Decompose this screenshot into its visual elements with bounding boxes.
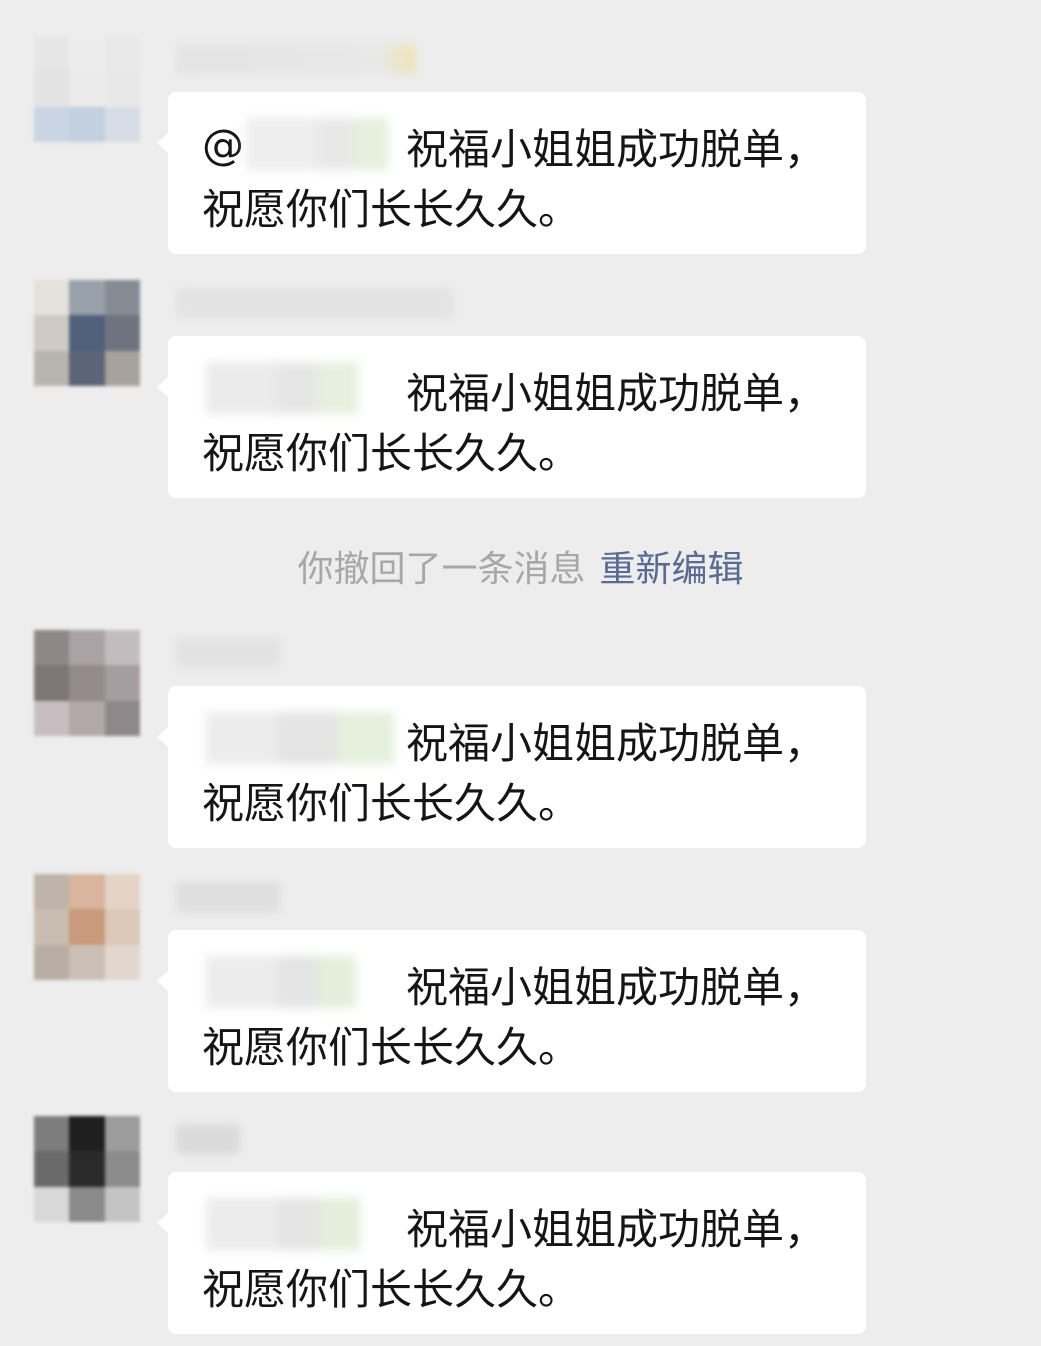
- avatar[interactable]: [34, 280, 140, 386]
- mention-redacted: @: [202, 116, 392, 172]
- message-bubble[interactable]: 祝福小姐姐成功脱单， 祝愿你们长长久久。: [157, 686, 866, 848]
- mention-at-sign: @: [202, 120, 244, 169]
- sender-name-redacted: [176, 288, 454, 318]
- message-text-line1: 祝福小姐姐成功脱单，: [406, 719, 827, 768]
- message-bubble[interactable]: 祝福小姐姐成功脱单， 祝愿你们长长久久。: [157, 336, 866, 498]
- mention-redacted: [202, 1196, 392, 1252]
- chat-screen: { "messages": [ { "mention_prefix": "@",…: [0, 0, 1041, 1339]
- message-text-line1: 祝福小姐姐成功脱单，: [406, 1205, 827, 1254]
- message-bubble[interactable]: @ 祝福小姐姐成功脱单， 祝愿你们长长久久。: [157, 92, 866, 254]
- avatar[interactable]: [34, 1116, 140, 1222]
- chat-message: 祝福小姐姐成功脱单， 祝愿你们长长久久。: [0, 630, 1041, 860]
- message-bubble[interactable]: 祝福小姐姐成功脱单， 祝愿你们长长久久。: [157, 1172, 866, 1334]
- message-text-line1: 祝福小姐姐成功脱单，: [406, 963, 827, 1012]
- recalled-message-notice: 你撤回了一条消息 重新编辑: [0, 540, 1041, 592]
- chat-message: @ 祝福小姐姐成功脱单， 祝愿你们长长久久。: [0, 36, 1041, 266]
- chat-message: 祝福小姐姐成功脱单， 祝愿你们长长久久。: [0, 280, 1041, 510]
- message-text-line1: 祝福小姐姐成功脱单，: [406, 369, 827, 418]
- avatar[interactable]: [34, 630, 140, 736]
- sender-name-redacted: [176, 1124, 240, 1154]
- sender-name-redacted: [176, 638, 280, 668]
- chat-message: 祝福小姐姐成功脱单， 祝愿你们长长久久。: [0, 1116, 1041, 1346]
- message-text-line2: 祝愿你们长长久久。: [202, 1023, 581, 1072]
- sender-name-redacted: [176, 882, 280, 912]
- message-text-line2: 祝愿你们长长久久。: [202, 1265, 581, 1314]
- chat-message: 祝福小姐姐成功脱单， 祝愿你们长长久久。: [0, 874, 1041, 1104]
- mention-redacted: [202, 710, 394, 766]
- sender-name-redacted: [176, 44, 416, 74]
- avatar[interactable]: [34, 874, 140, 980]
- recalled-message-text: 你撤回了一条消息: [297, 549, 586, 590]
- re-edit-link[interactable]: 重新编辑: [600, 549, 744, 590]
- message-text-line2: 祝愿你们长长久久。: [202, 185, 581, 234]
- message-text-line2: 祝愿你们长长久久。: [202, 429, 581, 478]
- message-bubble[interactable]: 祝福小姐姐成功脱单， 祝愿你们长长久久。: [157, 930, 866, 1092]
- mention-redacted: [202, 360, 392, 416]
- message-text-line1: 祝福小姐姐成功脱单，: [406, 125, 827, 174]
- avatar[interactable]: [34, 36, 140, 142]
- message-text-line2: 祝愿你们长长久久。: [202, 779, 581, 828]
- mention-redacted: [202, 954, 392, 1010]
